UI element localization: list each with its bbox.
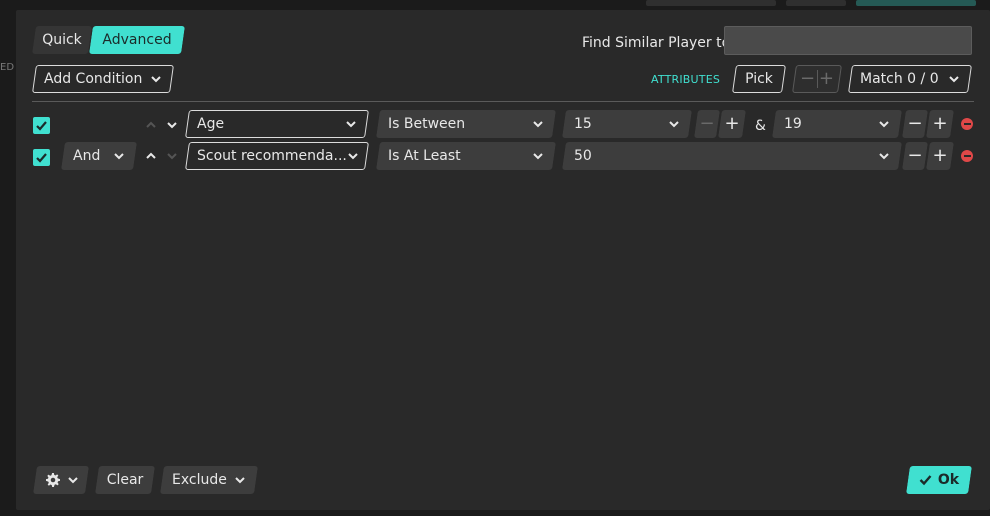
move-up-icon[interactable] [144, 118, 158, 132]
plus-icon: + [932, 113, 948, 134]
value-increment-button[interactable]: + [928, 142, 952, 170]
condition-checkbox[interactable] [33, 149, 50, 166]
plus-icon[interactable]: + [819, 70, 834, 88]
minus-icon: − [699, 113, 715, 134]
minus-icon[interactable]: − [800, 70, 815, 88]
operator-value: Is At Least [388, 148, 461, 164]
field-value: Age [197, 116, 225, 132]
operator-dropdown[interactable]: Is Between [378, 110, 554, 138]
settings-menu-button[interactable] [35, 466, 87, 494]
gear-icon [46, 473, 60, 487]
find-similar-input[interactable] [724, 26, 972, 55]
background-strip [856, 0, 976, 6]
value-increment-button[interactable]: + [720, 110, 744, 138]
chevron-down-icon [948, 73, 960, 85]
tab-advanced-label: Advanced [102, 32, 172, 48]
field-dropdown[interactable]: Scout recommenda... [187, 142, 367, 170]
chevron-down-icon [668, 118, 680, 130]
find-similar-label: Find Similar Player to [582, 35, 731, 51]
field-value: Scout recommenda... [197, 148, 347, 164]
value-max-increment-button[interactable]: + [928, 110, 952, 138]
value-min: 15 [574, 116, 592, 132]
remove-condition-icon[interactable] [961, 118, 973, 130]
background-strip [786, 0, 846, 6]
move-up-icon[interactable] [144, 149, 158, 163]
stepper-divider [816, 70, 818, 88]
remove-condition-icon[interactable] [961, 150, 973, 162]
background-strip [646, 0, 776, 6]
exclude-dropdown[interactable]: Exclude [162, 466, 256, 494]
minus-icon: − [907, 145, 923, 166]
minus-icon: − [907, 113, 923, 134]
chevron-down-icon [878, 118, 890, 130]
pick-button[interactable]: Pick [734, 65, 784, 93]
value-min: 50 [574, 148, 592, 164]
ok-label: Ok [937, 472, 960, 488]
chevron-down-icon [878, 150, 890, 162]
plus-icon: + [932, 145, 948, 166]
exclude-label: Exclude [172, 472, 227, 488]
match-label: Match 0 / 0 [860, 71, 939, 87]
move-down-icon[interactable] [165, 118, 179, 132]
attribute-stepper: − + [794, 65, 840, 93]
add-condition-button[interactable]: Add Condition [34, 65, 172, 93]
pick-label: Pick [745, 71, 773, 87]
tab-quick-label: Quick [42, 32, 82, 48]
chevron-down-icon [150, 73, 162, 85]
operator-value: Is Between [388, 116, 466, 132]
plus-icon: + [724, 113, 740, 134]
range-separator: & [755, 118, 766, 134]
match-dropdown[interactable]: Match 0 / 0 [850, 65, 970, 93]
chevron-down-icon [234, 474, 246, 486]
field-dropdown[interactable]: Age [187, 110, 367, 138]
connector-value: And [73, 148, 101, 164]
move-down-icon[interactable] [165, 149, 179, 163]
value-max: 19 [784, 116, 802, 132]
add-condition-label: Add Condition [44, 71, 143, 87]
attributes-label: ATTRIBUTES [651, 73, 721, 86]
condition-checkbox[interactable] [33, 117, 50, 134]
tab-advanced[interactable]: Advanced [91, 26, 183, 54]
filter-dialog: Quick Advanced Find Similar Player to Ad… [16, 10, 990, 510]
value-decrement-button[interactable]: − [696, 110, 718, 138]
value-decrement-button[interactable]: − [904, 142, 926, 170]
chevron-down-icon [345, 118, 357, 130]
header-divider [32, 101, 974, 102]
value-dropdown[interactable]: 50 [564, 142, 900, 170]
checkmark-icon [919, 474, 932, 486]
background-text: ED [0, 62, 15, 73]
ok-button[interactable]: Ok [908, 466, 970, 494]
chevron-down-icon [113, 150, 125, 162]
connector-dropdown[interactable]: And [63, 142, 135, 170]
chevron-down-icon [532, 150, 544, 162]
clear-button[interactable]: Clear [97, 466, 153, 494]
value-max-dropdown[interactable]: 19 [774, 110, 900, 138]
chevron-down-icon [532, 118, 544, 130]
value-dropdown[interactable]: 15 [564, 110, 690, 138]
chevron-down-icon [67, 474, 79, 486]
chevron-down-icon [347, 150, 359, 162]
tab-quick[interactable]: Quick [34, 26, 90, 54]
operator-dropdown[interactable]: Is At Least [378, 142, 554, 170]
clear-label: Clear [106, 472, 144, 488]
value-max-decrement-button[interactable]: − [904, 110, 926, 138]
